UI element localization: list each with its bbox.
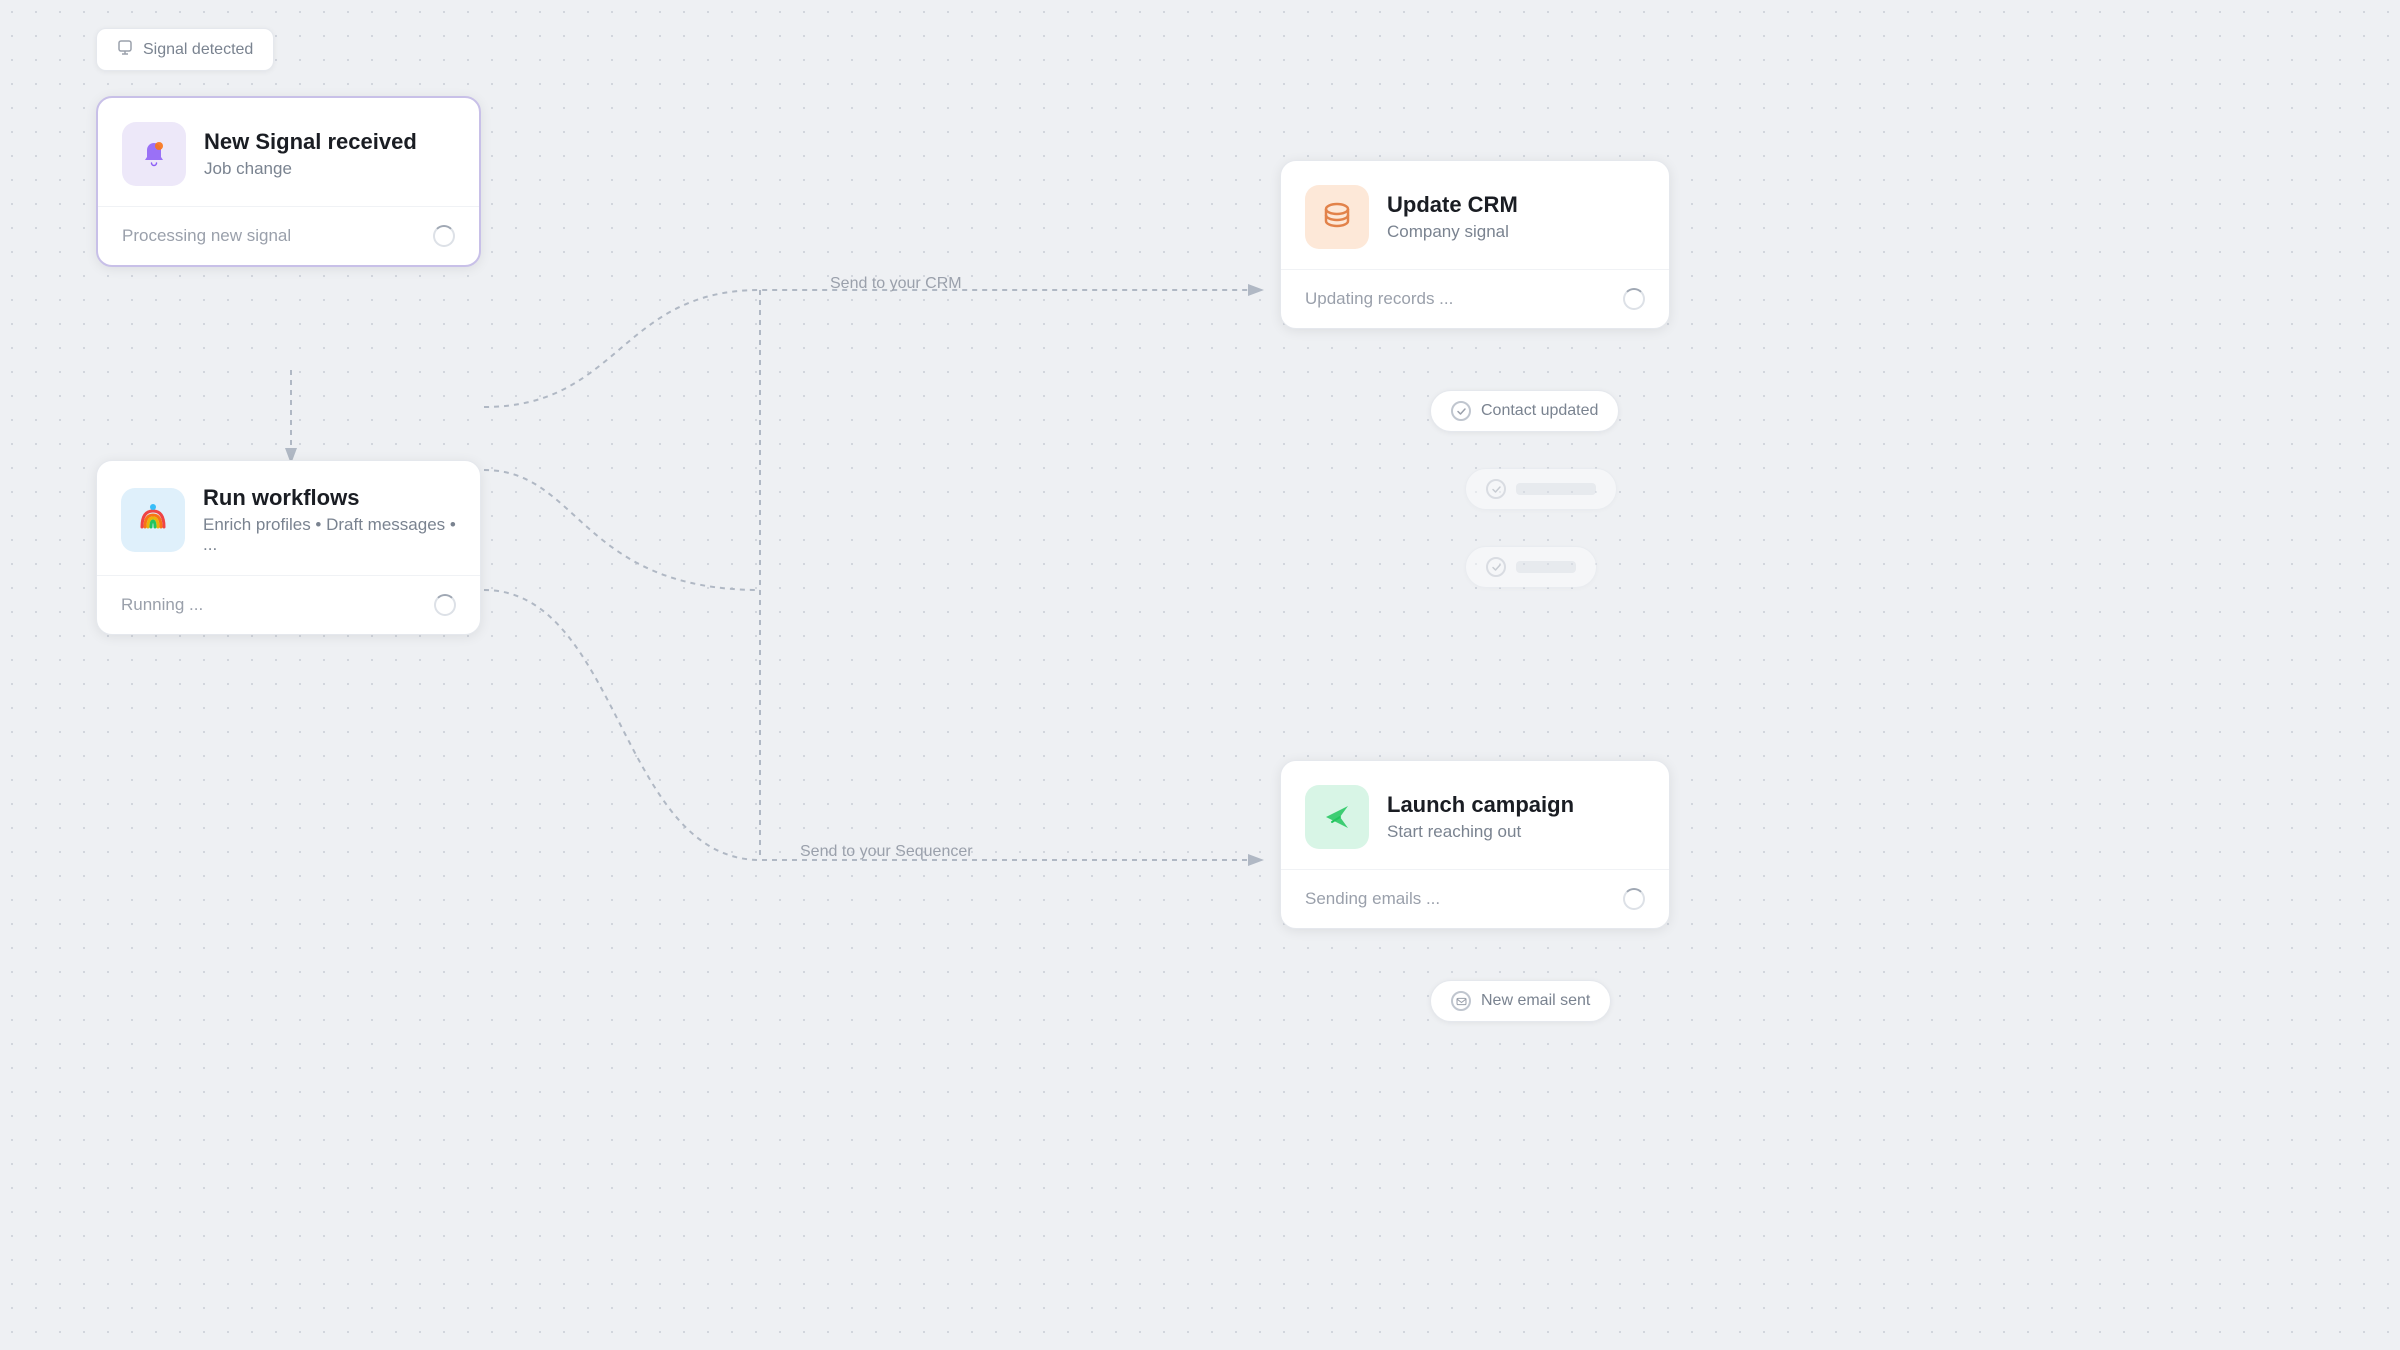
- send-icon: [1305, 785, 1369, 849]
- email-icon: [1451, 991, 1471, 1011]
- new-signal-footer: Processing new signal: [122, 226, 291, 246]
- new-email-sent-label: New email sent: [1481, 992, 1590, 1010]
- run-workflows-card: Run workflows Enrich profiles • Draft me…: [96, 460, 481, 635]
- status-badge-3: [1465, 546, 1597, 588]
- launch-campaign-footer: Sending emails ...: [1305, 889, 1440, 909]
- update-crm-spinner: [1623, 288, 1645, 310]
- check-icon-1: [1451, 401, 1471, 421]
- update-crm-card: Update CRM Company signal Updating recor…: [1280, 160, 1670, 329]
- launch-campaign-title: Launch campaign: [1387, 792, 1574, 818]
- check-icon-3: [1486, 557, 1506, 577]
- launch-campaign-card: Launch campaign Start reaching out Sendi…: [1280, 760, 1670, 929]
- signal-detected-label: Signal detected: [143, 41, 253, 59]
- signal-pill-icon: [117, 39, 133, 60]
- run-workflows-subtitle: Enrich profiles • Draft messages • ...: [203, 515, 456, 555]
- contact-updated-badge: Contact updated: [1430, 390, 1619, 432]
- update-crm-subtitle: Company signal: [1387, 222, 1518, 242]
- launch-campaign-subtitle: Start reaching out: [1387, 822, 1574, 842]
- run-workflows-title: Run workflows: [203, 485, 456, 511]
- new-signal-card: New Signal received Job change Processin…: [96, 96, 481, 267]
- new-signal-subtitle: Job change: [204, 159, 417, 179]
- new-signal-spinner: [433, 225, 455, 247]
- check-icon-2: [1486, 479, 1506, 499]
- workflow-icon: [121, 488, 185, 552]
- signal-detected-pill: Signal detected: [96, 28, 274, 71]
- new-email-sent-badge: New email sent: [1430, 980, 1611, 1022]
- run-workflows-spinner: [434, 594, 456, 616]
- launch-campaign-spinner: [1623, 888, 1645, 910]
- update-crm-title: Update CRM: [1387, 192, 1518, 218]
- send-to-crm-label: Send to your CRM: [830, 275, 962, 293]
- bell-icon: [122, 122, 186, 186]
- database-icon: [1305, 185, 1369, 249]
- update-crm-footer: Updating records ...: [1305, 289, 1453, 309]
- run-workflows-footer: Running ...: [121, 595, 203, 615]
- send-to-sequencer-label: Send to your Sequencer: [800, 843, 973, 861]
- contact-updated-label: Contact updated: [1481, 402, 1598, 420]
- new-signal-title: New Signal received: [204, 129, 417, 155]
- status-badge-2: [1465, 468, 1617, 510]
